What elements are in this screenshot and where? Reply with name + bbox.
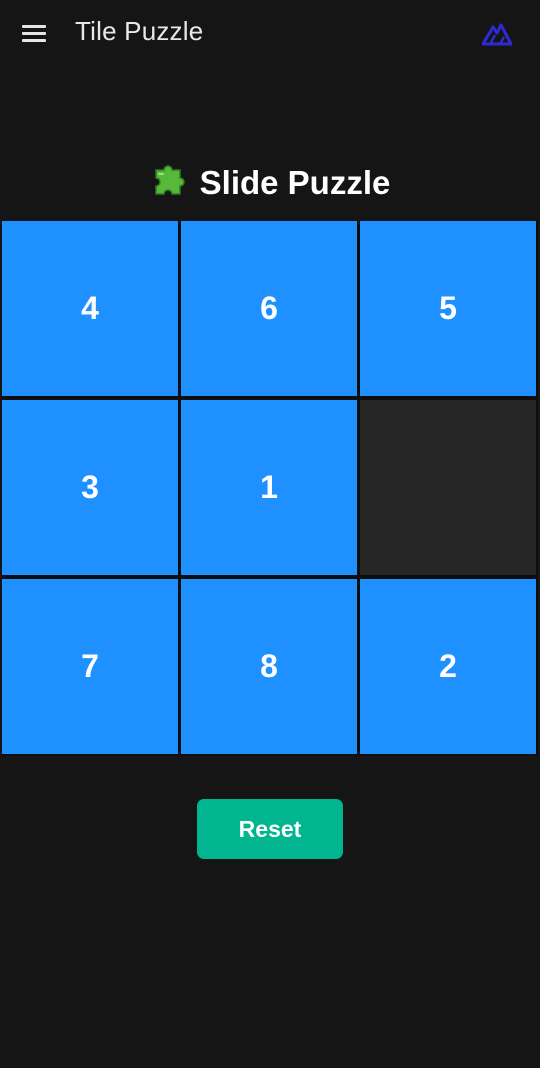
app-title: Tile Puzzle — [75, 16, 204, 46]
mountain-logo-icon — [482, 23, 512, 46]
app-screen: Tile Puzzle Slide Puzzle 4 6 5 3 1 7 8 2… — [0, 0, 540, 1068]
heading-text: Slide Puzzle — [199, 164, 391, 201]
top-app-bar: Tile Puzzle — [0, 0, 540, 68]
menu-line — [22, 32, 46, 35]
tile-4[interactable]: 3 — [2, 400, 178, 575]
menu-line — [22, 25, 46, 28]
tile-8[interactable]: 8 — [181, 579, 357, 754]
puzzle-heading: Slide Puzzle — [0, 160, 540, 202]
tile-9[interactable]: 2 — [360, 579, 536, 754]
tile-2[interactable]: 6 — [181, 221, 357, 396]
tile-5[interactable]: 1 — [181, 400, 357, 575]
menu-line — [22, 39, 46, 42]
hamburger-menu-icon[interactable] — [20, 20, 50, 48]
tile-3[interactable]: 5 — [360, 221, 536, 396]
puzzle-piece-icon — [154, 165, 185, 195]
tile-7[interactable]: 7 — [2, 579, 178, 754]
empty-tile — [360, 400, 536, 575]
puzzle-board: 4 6 5 3 1 7 8 2 — [2, 221, 538, 756]
reset-button[interactable]: Reset — [197, 799, 343, 859]
tile-1[interactable]: 4 — [2, 221, 178, 396]
